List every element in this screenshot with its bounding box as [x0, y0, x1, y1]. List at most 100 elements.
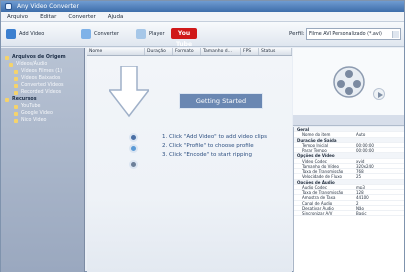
tree-item-label: YouTube [21, 104, 41, 109]
folder-icon [14, 90, 18, 95]
property-value[interactable]: 768 [354, 169, 404, 173]
toolbar: Add Video Converter Player You Tube Perf… [1, 22, 404, 48]
column-header[interactable]: Status [259, 48, 292, 55]
profile-label: Perfil: [289, 31, 305, 37]
tree-item-label: Arquivos de Origem [12, 55, 66, 60]
film-reel-icon [333, 66, 365, 98]
tree-item-youtube[interactable]: YouTube [5, 103, 80, 110]
property-key: Taxa de Transmissão [302, 190, 344, 195]
property-value[interactable]: 2 [354, 201, 404, 205]
chevron-down-icon[interactable] [392, 31, 399, 38]
column-header[interactable]: FPS [241, 48, 259, 55]
preview-controls[interactable] [293, 115, 404, 125]
profile-step-icon [129, 144, 138, 153]
step-3: 3. Click "Encode" to start ripping [162, 152, 252, 158]
tree-item-label: Recorded Vídeos [21, 90, 62, 95]
folder-icon [14, 76, 18, 81]
column-header[interactable]: Tamanho d... [201, 48, 241, 55]
menu-editar[interactable]: Editar [40, 14, 56, 20]
column-header[interactable]: Formato [173, 48, 201, 55]
getting-started-banner: Getting Started [179, 93, 263, 109]
tree-item-converted-videos[interactable]: Converted Vídeos [5, 82, 80, 89]
getting-started-steps: 1. Click "Add Video" to add video clips … [162, 133, 267, 160]
tree-item-label: Converted Vídeos [21, 83, 64, 88]
tree-item-videos-audio[interactable]: Vídeos/Áudio [5, 61, 80, 68]
menu-converter[interactable]: Converter [68, 14, 95, 20]
property-value[interactable]: 128 [354, 190, 404, 194]
tree-item-label: Recursos [12, 97, 37, 102]
player-button[interactable]: Player [136, 28, 165, 40]
add-video-label: Add Video [19, 31, 45, 37]
file-list-area[interactable]: Getting Started 1. Click "Add Video" to … [87, 56, 292, 272]
property-key: Tamanho do Vídeo [302, 163, 339, 168]
add-video-icon [6, 29, 16, 39]
property-key: Amostra de Taxa [302, 195, 336, 200]
tree-item-label: Vídeos Baixados [21, 76, 61, 81]
property-value[interactable]: 25 [354, 174, 404, 178]
property-key: Geral [297, 127, 310, 132]
property-key: Áudio Codec [302, 184, 328, 189]
property-value[interactable]: 44100 [354, 195, 404, 199]
property-key: Canal de Áudio [302, 200, 333, 205]
tree-item-label: Nico Video [21, 118, 47, 123]
tree-item-google-video[interactable]: Google Video [5, 110, 80, 117]
folder-icon [5, 97, 9, 102]
property-key: Opções de Vídeo [297, 153, 335, 158]
step-2: 2. Click "Profile" to choose profile [162, 143, 254, 149]
tree-item-label: Vídeos Filmes (1) [21, 69, 63, 74]
tree-item-videos-filmes[interactable]: Vídeos Filmes (1) [5, 68, 80, 75]
property-value[interactable]: Auto [354, 132, 404, 136]
window-title: Any Video Converter [17, 3, 79, 10]
menu-ajuda[interactable]: Ajuda [108, 14, 124, 20]
menu-arquivo[interactable]: Arquivo [7, 14, 28, 20]
folder-icon [5, 55, 9, 60]
folder-icon [14, 111, 18, 116]
tree-item-arquivos[interactable]: Arquivos de Origem [5, 54, 80, 61]
property-value[interactable]: Não [354, 206, 404, 210]
folder-icon [14, 118, 18, 123]
property-key: Duração de Saída [297, 137, 337, 142]
convert-icon [81, 29, 91, 39]
property-key: Opções de Áudio [297, 179, 335, 184]
property-key: Taxa de Transmissão [302, 169, 344, 174]
tree-item-recursos[interactable]: Recursos [5, 96, 80, 103]
source-tree: Arquivos de Origem Vídeos/Áudio Vídeos F… [1, 48, 85, 272]
step-1: 1. Click "Add Video" to add video clips [162, 134, 268, 140]
profile-value: Filme AVI Personalizado (*.avi) [309, 32, 382, 37]
property-value[interactable]: Basic [354, 211, 404, 215]
app-icon [5, 3, 12, 10]
player-label: Player [149, 31, 165, 37]
profile-select[interactable]: Filme AVI Personalizado (*.avi) [306, 28, 401, 40]
property-key: Parar Tempo [302, 148, 327, 153]
folder-icon [9, 62, 13, 67]
tree-item-label: Vídeos/Áudio [16, 62, 48, 67]
youtube-button[interactable]: You Tube [171, 28, 197, 48]
property-value[interactable]: 00:00:00 [354, 148, 404, 152]
property-key: Vídeo Codec [302, 158, 328, 163]
menu-bar: Arquivo Editar Converter Ajuda [1, 12, 404, 22]
convert-button[interactable]: Converter [81, 28, 119, 40]
play-button[interactable] [373, 88, 385, 100]
convert-label: Converter [94, 31, 119, 37]
folder-icon [14, 69, 18, 74]
add-video-step-icon [129, 133, 138, 142]
tree-item-videos-baixados[interactable]: Vídeos Baixados [5, 75, 80, 82]
file-list-header: Nome Duração Formato Tamanho d... FPS St… [87, 48, 292, 56]
tree-item-label: Google Video [21, 111, 53, 116]
property-key: Desativar Áudio [302, 205, 334, 210]
title-bar: Any Video Converter [1, 1, 404, 12]
column-header[interactable]: Nome [87, 48, 145, 55]
tree-item-nico-video[interactable]: Nico Video [5, 117, 80, 124]
property-value[interactable]: mp3 [354, 185, 404, 189]
property-value[interactable]: 320x240 [354, 164, 404, 168]
tree-item-recorded-videos[interactable]: Recorded Vídeos [5, 89, 80, 96]
player-icon [136, 29, 146, 39]
column-header[interactable]: Duração [145, 48, 173, 55]
arrow-down-icon [109, 66, 149, 118]
property-key: Nome do item [302, 132, 331, 137]
property-value[interactable]: xvid [354, 159, 404, 163]
encode-step-icon [129, 160, 138, 169]
add-video-button[interactable]: Add Video [6, 28, 44, 40]
property-value[interactable]: 00:00:00 [354, 143, 404, 147]
property-row[interactable]: Sincronizar A/V Basic [294, 211, 404, 217]
